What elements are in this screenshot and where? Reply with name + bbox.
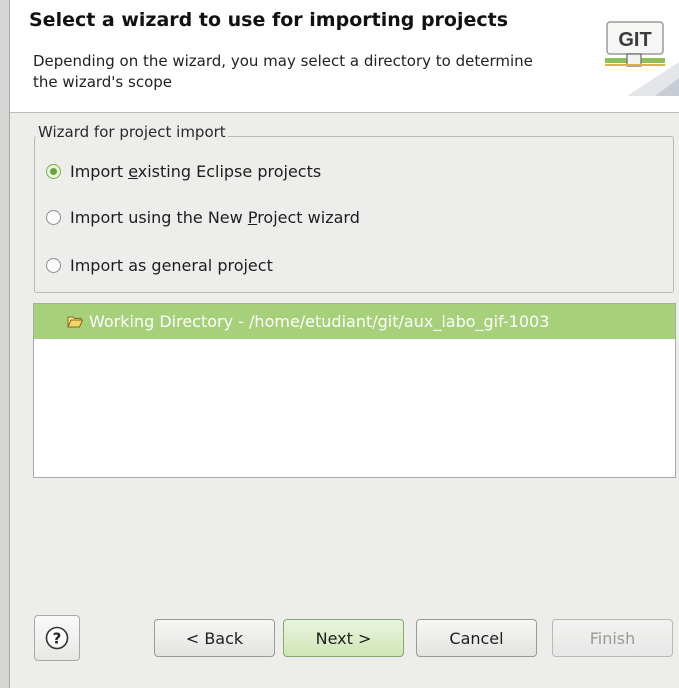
radio-label: Import existing Eclipse projects xyxy=(70,162,322,181)
radio-label: Import as general project xyxy=(70,256,273,275)
finish-button[interactable]: Finish xyxy=(552,619,673,657)
radio-import-existing-eclipse-projects[interactable]: Import existing Eclipse projects xyxy=(46,162,321,181)
help-icon: ? xyxy=(45,626,69,650)
folder-open-icon xyxy=(67,316,83,328)
page-description: Depending on the wizard, you may select … xyxy=(33,52,533,91)
tree-item-working-directory[interactable]: Working Directory - /home/etudiant/git/a… xyxy=(34,304,675,339)
radio-button[interactable] xyxy=(46,210,61,225)
radio-label: Import using the New Project wizard xyxy=(70,208,360,227)
next-button[interactable]: Next > xyxy=(283,619,404,657)
radio-button-checked[interactable] xyxy=(46,164,61,179)
back-button[interactable]: < Back xyxy=(154,619,275,657)
tree-item-label: Working Directory - /home/etudiant/git/a… xyxy=(89,312,550,331)
git-logo-icon: GIT xyxy=(605,21,679,96)
window-left-border xyxy=(0,0,10,688)
git-logo-text: GIT xyxy=(618,29,651,51)
cancel-button[interactable]: Cancel xyxy=(416,619,537,657)
page-title: Select a wizard to use for importing pro… xyxy=(29,9,509,31)
group-label: Wizard for project import xyxy=(36,123,228,141)
radio-import-new-project-wizard[interactable]: Import using the New Project wizard xyxy=(46,208,360,227)
radio-button[interactable] xyxy=(46,258,61,273)
wizard-body: Wizard for project import Import existin… xyxy=(10,113,679,688)
radio-import-general-project[interactable]: Import as general project xyxy=(46,256,273,275)
wizard-header: Select a wizard to use for importing pro… xyxy=(10,0,679,113)
directory-tree[interactable]: Working Directory - /home/etudiant/git/a… xyxy=(33,303,676,478)
svg-text:?: ? xyxy=(53,630,62,648)
help-button[interactable]: ? xyxy=(34,615,80,661)
